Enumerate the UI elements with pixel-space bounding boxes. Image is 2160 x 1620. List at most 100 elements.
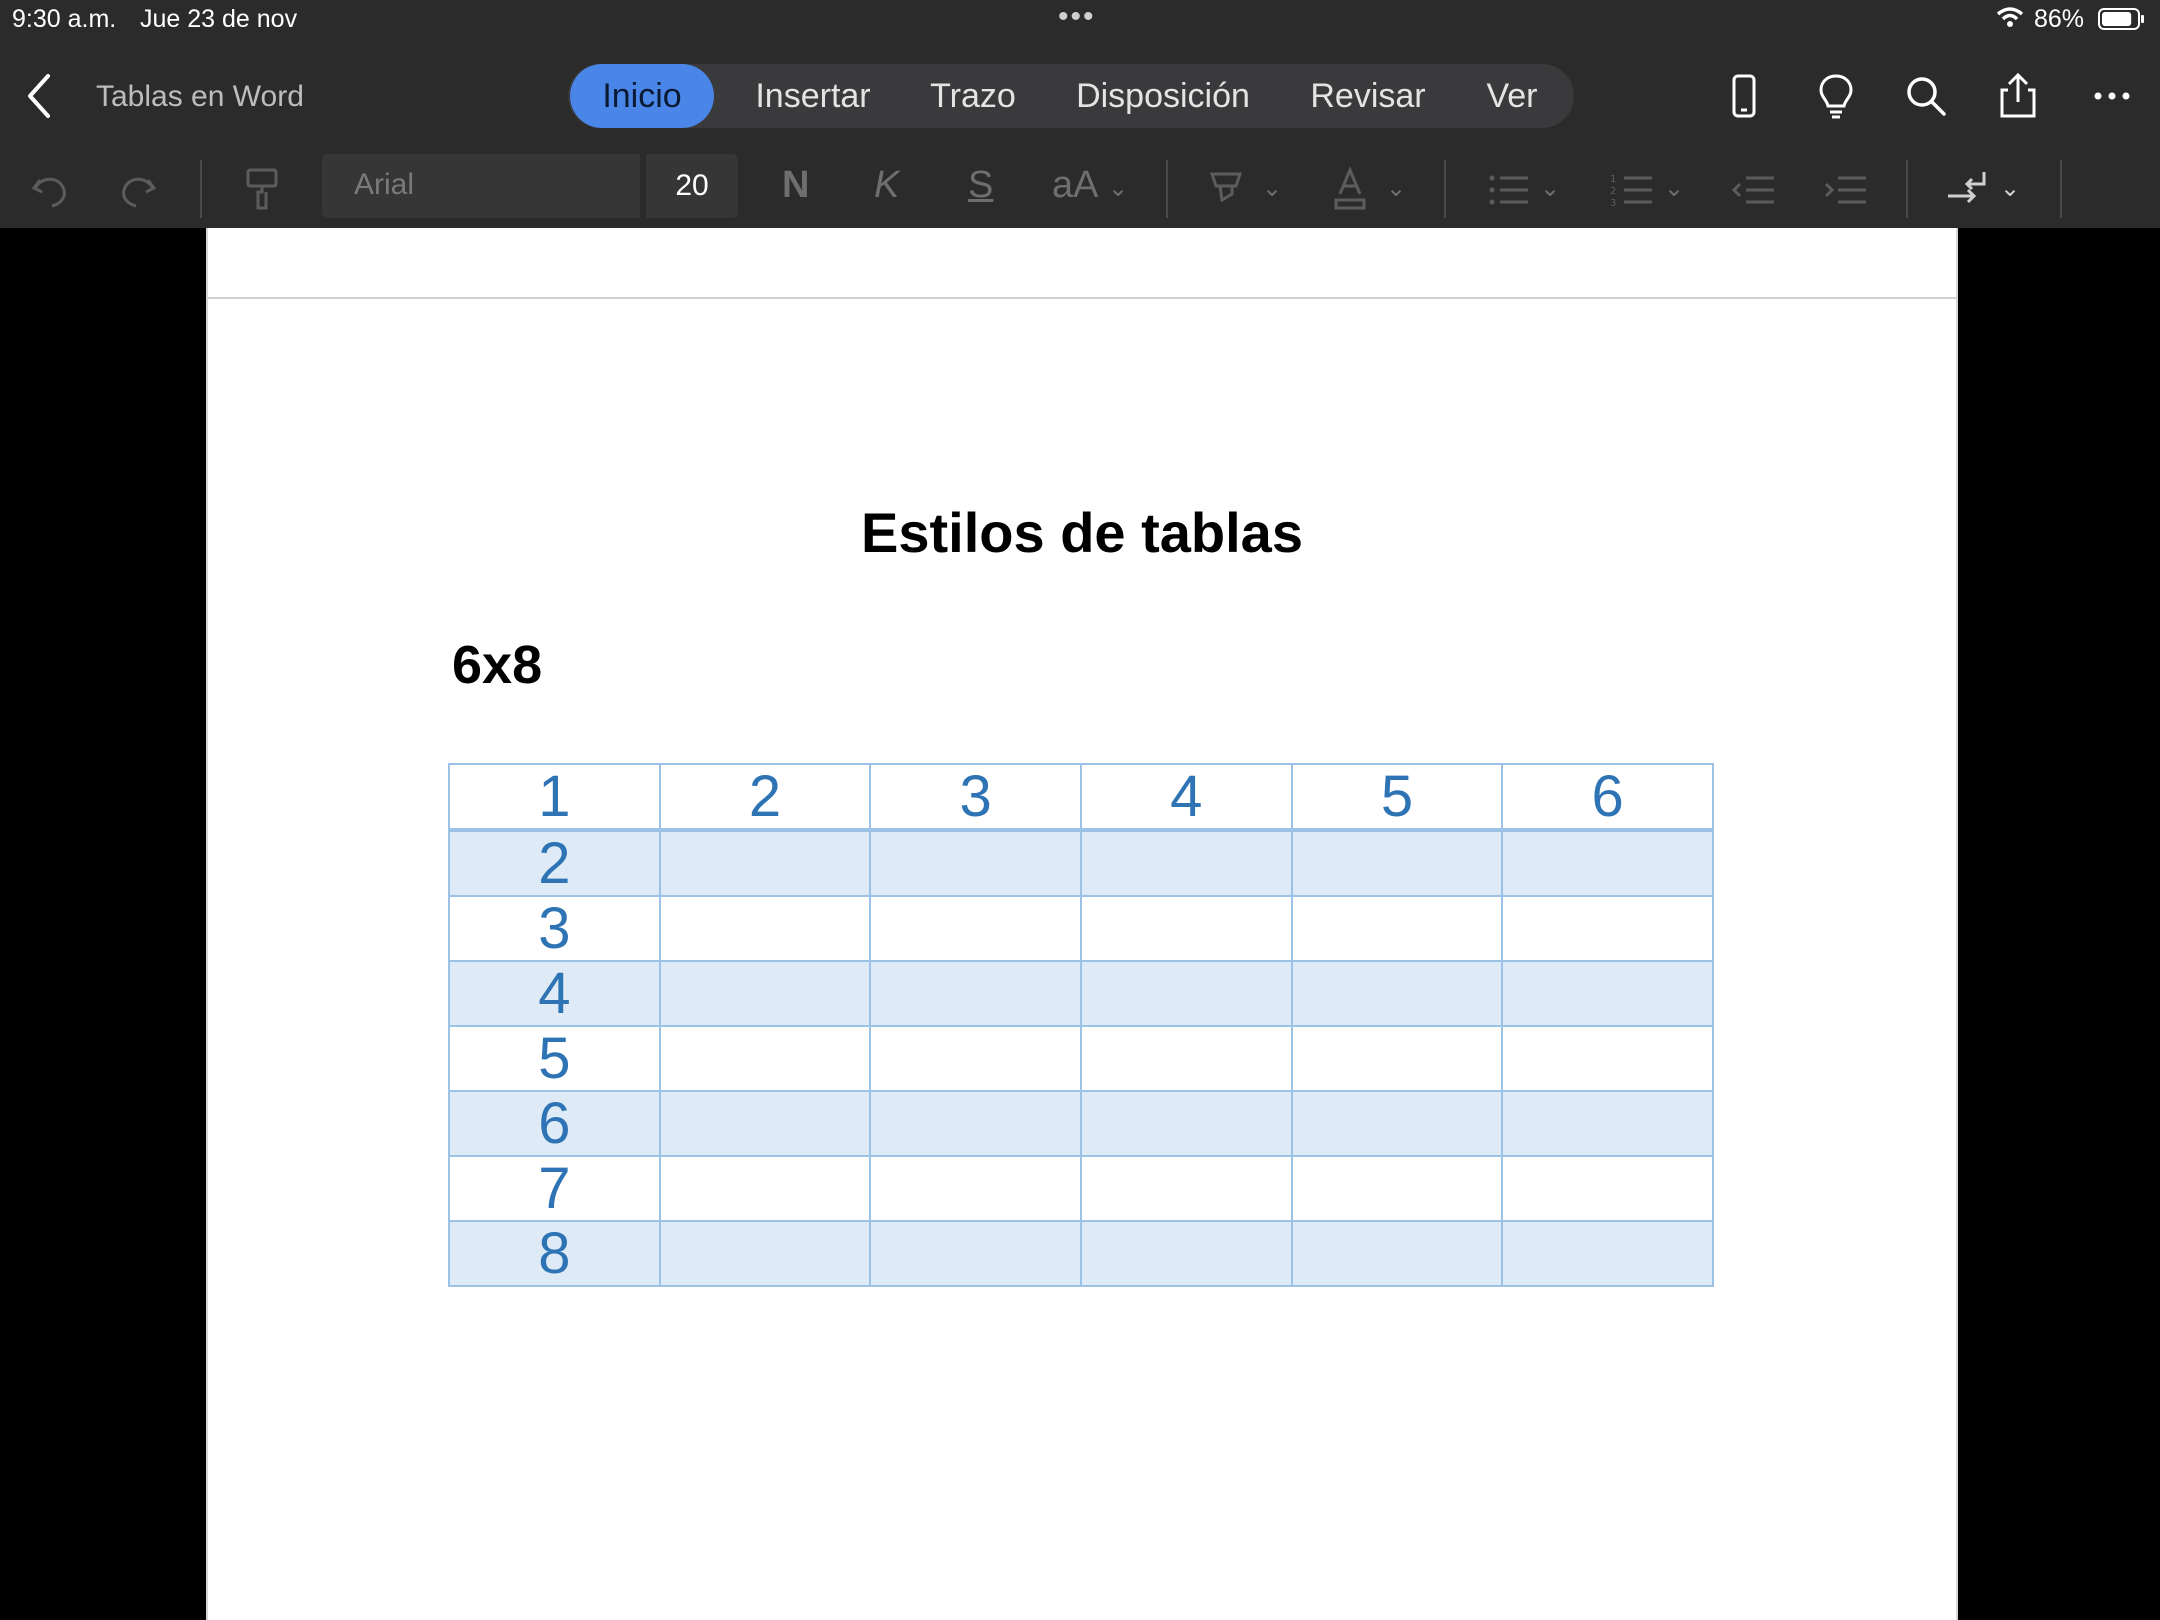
ribbon-tabs: Inicio Insertar Trazo Disposición Revisa… — [568, 64, 1574, 128]
search-icon[interactable] — [1900, 70, 1952, 122]
document-title[interactable]: Tablas en Word — [96, 80, 304, 114]
tab-insertar[interactable]: Insertar — [728, 64, 898, 128]
phone-view-icon[interactable] — [1718, 70, 1770, 122]
table-cell[interactable] — [658, 1025, 872, 1092]
more-icon[interactable] — [2086, 70, 2138, 122]
table-cell[interactable] — [1290, 895, 1504, 962]
table-cell[interactable] — [658, 829, 872, 897]
document-subheading[interactable]: 6x8 — [452, 634, 542, 696]
change-case-button[interactable]: aA — [1052, 164, 1098, 207]
table-header-cell[interactable]: 1 — [448, 763, 661, 832]
document-heading[interactable]: Estilos de tablas — [208, 500, 1956, 565]
chevron-down-icon[interactable]: ⌄ — [1386, 174, 1406, 203]
table-cell[interactable] — [1079, 1090, 1293, 1157]
redo-icon[interactable] — [114, 162, 162, 218]
chevron-down-icon[interactable]: ⌄ — [2000, 174, 2020, 203]
table-cell[interactable] — [869, 1025, 1082, 1092]
table-cell[interactable] — [1501, 960, 1714, 1027]
font-name-value: Arial — [354, 168, 415, 201]
table-header-cell[interactable]: 5 — [1290, 763, 1504, 832]
tab-revisar[interactable]: Revisar — [1288, 64, 1448, 128]
chevron-down-icon[interactable]: ⌄ — [1540, 174, 1560, 203]
table-cell[interactable] — [869, 1220, 1082, 1287]
table-cell[interactable] — [1501, 1220, 1714, 1287]
highlighter-icon[interactable] — [1202, 162, 1250, 218]
decrease-indent-icon[interactable] — [1730, 162, 1778, 218]
status-date: Jue 23 de nov — [140, 5, 298, 33]
table-header-cell[interactable]: 4 — [1079, 763, 1293, 832]
table-cell[interactable]: 7 — [448, 1155, 661, 1222]
battery-icon — [2098, 8, 2144, 30]
table-cell[interactable] — [1290, 1025, 1504, 1092]
table-cell[interactable]: 6 — [448, 1090, 661, 1157]
table-cell[interactable] — [869, 1090, 1082, 1157]
table-cell[interactable] — [1079, 1220, 1293, 1287]
back-chevron-icon[interactable] — [22, 70, 58, 122]
title-bar: Tablas en Word Inicio Insertar Trazo Dis… — [0, 40, 2160, 152]
increase-indent-icon[interactable] — [1822, 162, 1870, 218]
tab-disposicion[interactable]: Disposición — [1058, 64, 1268, 128]
ribbon-separator — [1166, 160, 1168, 218]
table-cell[interactable] — [1290, 829, 1504, 897]
italic-button[interactable]: K — [874, 164, 899, 207]
table-cell[interactable] — [658, 960, 872, 1027]
table-cell[interactable]: 3 — [448, 895, 661, 962]
paragraph-mark-icon[interactable] — [1944, 162, 1992, 218]
numbered-list-icon[interactable]: 1 2 3 — [1608, 162, 1656, 218]
ribbon-separator — [1444, 160, 1446, 218]
table-cell[interactable] — [869, 829, 1082, 897]
table-cell[interactable] — [1079, 1155, 1293, 1222]
table-header-cell[interactable]: 2 — [658, 763, 872, 832]
lightbulb-icon[interactable] — [1810, 70, 1862, 122]
tab-inicio[interactable]: Inicio — [570, 64, 714, 128]
table-cell[interactable] — [1290, 960, 1504, 1027]
table-cell[interactable] — [658, 895, 872, 962]
table-cell[interactable] — [1079, 829, 1293, 897]
wifi-icon — [1996, 7, 2024, 27]
table-cell[interactable] — [1079, 960, 1293, 1027]
font-color-icon[interactable] — [1326, 162, 1374, 218]
chevron-down-icon[interactable]: ⌄ — [1664, 174, 1684, 203]
chevron-down-icon[interactable]: ⌄ — [1262, 174, 1282, 203]
format-painter-icon[interactable] — [240, 162, 284, 218]
table-cell[interactable] — [1501, 1155, 1714, 1222]
table-cell[interactable] — [1501, 1025, 1714, 1092]
multitasking-dots-icon[interactable]: ••• — [1058, 0, 1096, 34]
table-header-cell[interactable]: 3 — [869, 763, 1082, 832]
table-cell[interactable] — [1079, 1025, 1293, 1092]
svg-text:2: 2 — [1610, 186, 1616, 197]
table-cell[interactable] — [1290, 1220, 1504, 1287]
table-cell[interactable]: 5 — [448, 1025, 661, 1092]
table-cell[interactable]: 4 — [448, 960, 661, 1027]
table-cell[interactable]: 2 — [448, 829, 661, 897]
status-time: 9:30 a.m. — [12, 5, 117, 33]
tab-trazo[interactable]: Trazo — [908, 64, 1038, 128]
font-name-field[interactable]: Arial — [322, 154, 640, 218]
font-size-field[interactable]: 20 — [646, 154, 738, 218]
table-cell[interactable] — [1501, 1090, 1714, 1157]
table-cell[interactable] — [869, 895, 1082, 962]
table-cell[interactable] — [1290, 1155, 1504, 1222]
bullet-list-icon[interactable] — [1484, 162, 1532, 218]
table-cell[interactable] — [658, 1090, 872, 1157]
undo-icon[interactable] — [26, 162, 74, 218]
table-cell[interactable] — [869, 1155, 1082, 1222]
table-cell[interactable] — [658, 1220, 872, 1287]
bold-button[interactable]: N — [782, 164, 809, 207]
formatting-ribbon: Arial 20 N K S aA ⌄ ⌄ ⌄ ⌄ 1 2 3 ⌄ ⌄ — [0, 152, 2160, 228]
table-cell[interactable] — [1501, 829, 1714, 897]
document-page[interactable]: Estilos de tablas 6x8 1234562345678 — [206, 228, 1958, 1620]
chevron-down-icon[interactable]: ⌄ — [1108, 174, 1128, 203]
table-cell[interactable]: 8 — [448, 1220, 661, 1287]
styled-table[interactable]: 1234562345678 — [448, 763, 1714, 1287]
table-cell[interactable] — [658, 1155, 872, 1222]
tab-ver[interactable]: Ver — [1464, 64, 1560, 128]
table-row: 4 — [448, 960, 1714, 1027]
table-cell[interactable] — [1079, 895, 1293, 962]
share-icon[interactable] — [1992, 70, 2044, 122]
table-cell[interactable] — [869, 960, 1082, 1027]
table-cell[interactable] — [1501, 895, 1714, 962]
underline-button[interactable]: S — [968, 164, 993, 207]
table-cell[interactable] — [1290, 1090, 1504, 1157]
table-header-cell[interactable]: 6 — [1501, 763, 1714, 832]
